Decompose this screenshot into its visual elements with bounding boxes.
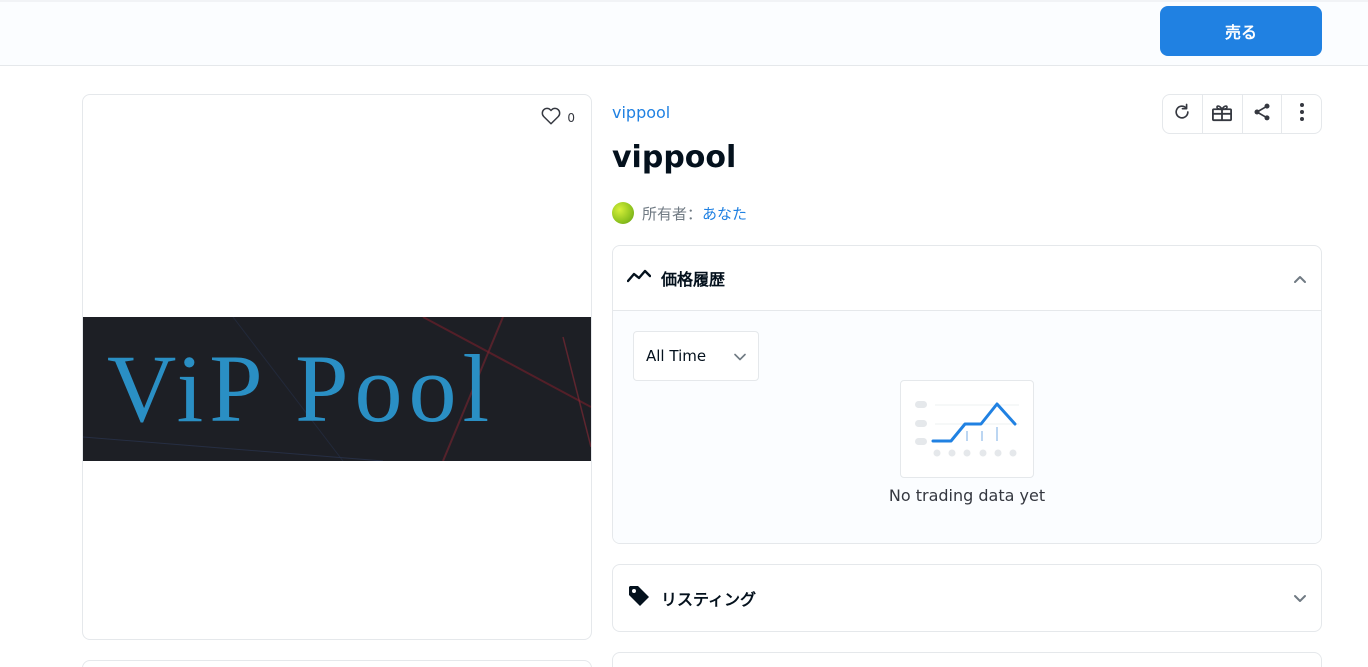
price-history-header[interactable]: 価格履歴 — [613, 246, 1321, 311]
item-title: vippool — [612, 140, 737, 175]
listings-header[interactable]: リスティング — [613, 565, 1321, 631]
collection-link[interactable]: vippool — [612, 103, 670, 122]
trend-icon — [626, 268, 652, 288]
more-icon — [1299, 102, 1305, 126]
chevron-down-icon[interactable] — [1293, 589, 1307, 608]
time-range-select[interactable]: All Time — [633, 331, 759, 381]
favorite-count: 0 — [567, 110, 575, 125]
next-panel — [612, 652, 1322, 667]
empty-chart-illustration — [900, 380, 1034, 478]
owner-label: 所有者： — [642, 204, 703, 223]
item-actions — [1162, 94, 1322, 134]
listings-title: リスティング — [661, 590, 757, 609]
owner-link[interactable]: あなた — [702, 203, 747, 224]
listings-panel: リスティング — [612, 564, 1322, 632]
owner-row: 所有者： あなた — [612, 202, 747, 224]
refresh-icon — [1172, 102, 1192, 126]
top-bar: 売る — [0, 0, 1368, 66]
share-icon — [1252, 102, 1272, 126]
no-trading-data-text: No trading data yet — [888, 486, 1046, 505]
gift-icon — [1211, 102, 1233, 126]
avatar[interactable] — [612, 202, 634, 224]
more-button[interactable] — [1282, 95, 1321, 133]
tag-icon — [627, 584, 651, 612]
sell-button[interactable]: 売る — [1160, 6, 1322, 56]
price-history-title: 価格履歴 — [661, 270, 726, 289]
chevron-down-icon — [734, 347, 746, 365]
refresh-button[interactable] — [1163, 95, 1203, 133]
nft-image-text: ViP Pool — [107, 335, 495, 442]
nft-image[interactable]: ViP Pool — [83, 317, 591, 461]
chevron-up-icon[interactable] — [1293, 269, 1307, 288]
favorite-button[interactable]: 0 — [541, 107, 575, 128]
time-range-value: All Time — [646, 347, 707, 365]
top-divider — [0, 0, 1368, 2]
empty-chart-icon — [915, 401, 1019, 457]
transfer-button[interactable] — [1203, 95, 1243, 133]
heart-icon — [541, 107, 561, 128]
share-button[interactable] — [1243, 95, 1283, 133]
price-history-body: All Time No trading data yet — [613, 311, 1321, 543]
media-card: 0 ViP Pool — [82, 94, 592, 640]
price-history-panel: 価格履歴 All Time No trading data yet — [612, 245, 1322, 544]
details-card — [82, 660, 592, 667]
